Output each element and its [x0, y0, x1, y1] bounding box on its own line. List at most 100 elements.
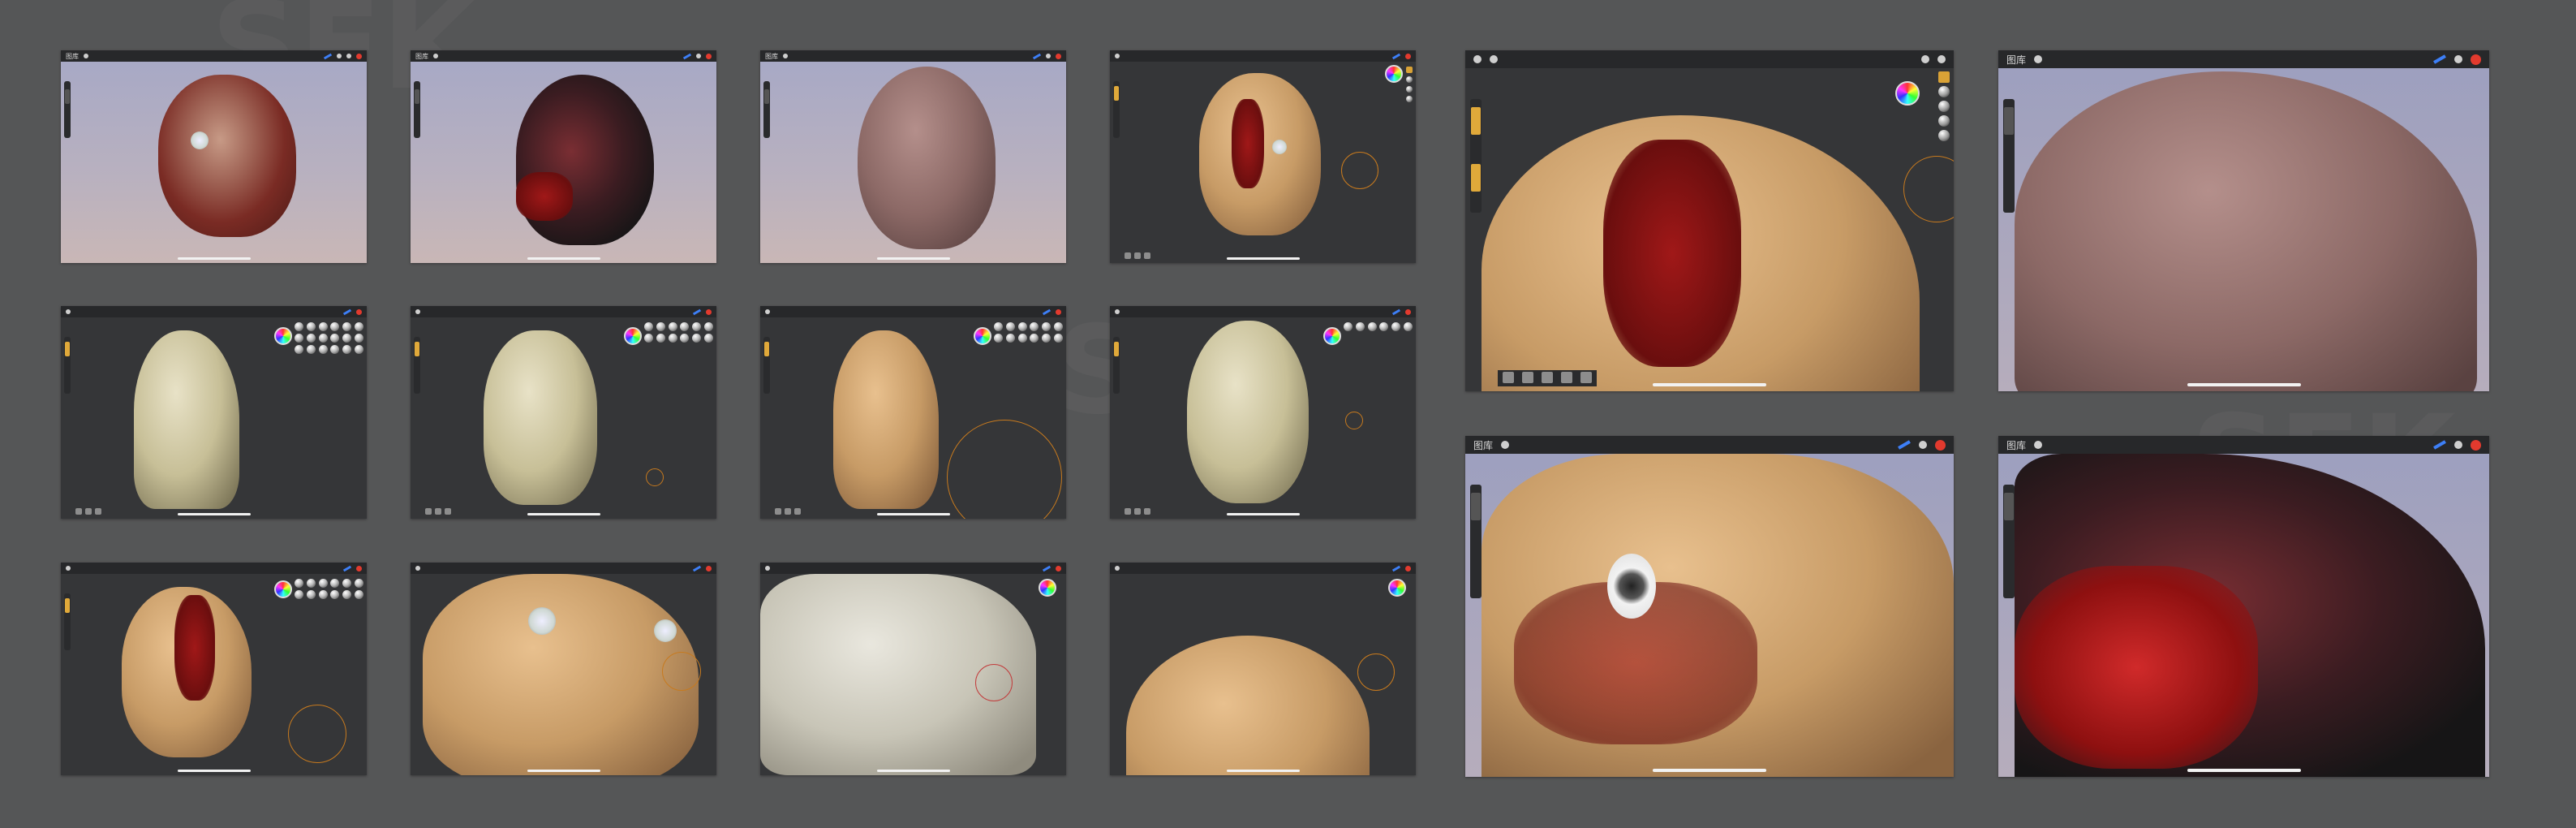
color-picker-icon[interactable]	[2471, 439, 2481, 451]
layers-icon[interactable]	[2454, 55, 2462, 63]
brush-size-slider[interactable]	[64, 81, 71, 138]
brush-swatch[interactable]	[342, 334, 352, 343]
color-picker-icon[interactable]	[706, 565, 712, 571]
brush-swatch[interactable]	[668, 334, 677, 343]
color-picker-icon[interactable]	[706, 53, 712, 59]
brush-swatch[interactable]	[1391, 322, 1401, 331]
menu-icon[interactable]	[1115, 309, 1120, 314]
menu-icon[interactable]	[415, 566, 420, 571]
brush-swatch[interactable]	[355, 345, 364, 354]
brush-swatch[interactable]	[994, 322, 1003, 331]
settings-icon[interactable]	[1490, 55, 1498, 63]
tool-icon[interactable]	[1406, 76, 1413, 83]
color-picker-icon[interactable]	[2471, 54, 2481, 65]
brush-swatch[interactable]	[692, 334, 702, 343]
brush-swatch[interactable]	[306, 334, 316, 343]
brush-swatch[interactable]	[306, 322, 316, 331]
tool-icon[interactable]	[1522, 372, 1533, 383]
brush-size-slider[interactable]	[763, 337, 770, 394]
tool-icon[interactable]	[445, 508, 451, 515]
brush-swatch[interactable]	[355, 590, 364, 599]
gallery-button[interactable]: 图库	[2006, 438, 2026, 452]
brush-icon[interactable]	[1391, 308, 1401, 315]
color-picker-icon[interactable]	[356, 308, 362, 315]
brush-swatch[interactable]	[318, 322, 328, 331]
tool-icon[interactable]	[425, 508, 432, 515]
brush-swatch[interactable]	[656, 334, 665, 343]
brush-swatch[interactable]	[318, 345, 328, 354]
layers-icon[interactable]	[346, 54, 351, 58]
tool-icon[interactable]	[1938, 130, 1950, 141]
brush-swatch[interactable]	[1042, 334, 1051, 343]
gallery-button[interactable]: 图库	[765, 52, 778, 61]
brush-icon[interactable]	[692, 308, 702, 315]
brush-icon[interactable]	[1921, 55, 1929, 63]
brush-swatch[interactable]	[1030, 322, 1039, 331]
brush-swatch[interactable]	[656, 322, 665, 331]
brush-icon[interactable]	[342, 565, 352, 571]
brush-size-slider[interactable]	[414, 81, 420, 138]
tool-icon[interactable]	[1144, 508, 1150, 515]
layers-icon[interactable]	[1937, 55, 1946, 63]
tool-icon[interactable]	[1938, 101, 1950, 112]
tool-icon[interactable]	[1134, 508, 1141, 515]
brush-swatch[interactable]	[704, 322, 714, 331]
tool-icon[interactable]	[785, 508, 791, 515]
brush-icon[interactable]	[1898, 440, 1911, 450]
tool-icon[interactable]	[1503, 372, 1514, 383]
color-picker-icon[interactable]	[1056, 53, 1061, 59]
brush-swatch[interactable]	[1344, 322, 1353, 331]
brush-swatch[interactable]	[644, 322, 653, 331]
brush-size-slider[interactable]	[64, 337, 71, 394]
brush-swatch[interactable]	[318, 579, 328, 588]
tool-icon[interactable]	[1125, 252, 1131, 259]
brush-icon[interactable]	[2433, 440, 2446, 450]
brush-size-slider[interactable]	[64, 593, 71, 650]
menu-icon[interactable]	[765, 566, 770, 571]
wrench-icon[interactable]	[84, 54, 88, 58]
brush-swatch[interactable]	[355, 579, 364, 588]
brush-icon[interactable]	[1042, 565, 1051, 571]
brush-swatch[interactable]	[1367, 322, 1377, 331]
color-picker-icon[interactable]	[1056, 308, 1061, 315]
color-picker-icon[interactable]	[1405, 53, 1411, 59]
menu-icon[interactable]	[415, 309, 420, 314]
color-wheel-icon[interactable]	[1323, 327, 1341, 345]
brush-swatch[interactable]	[342, 322, 352, 331]
layers-icon[interactable]	[696, 54, 701, 58]
brush-swatch[interactable]	[1404, 322, 1413, 331]
brush-swatch[interactable]	[994, 334, 1003, 343]
tool-icon[interactable]	[1144, 252, 1150, 259]
brush-swatch[interactable]	[1030, 334, 1039, 343]
brush-swatch[interactable]	[680, 334, 690, 343]
wrench-icon[interactable]	[783, 54, 788, 58]
color-wheel-icon[interactable]	[1895, 81, 1920, 106]
color-wheel-icon[interactable]	[1039, 579, 1056, 597]
brush-swatch[interactable]	[295, 334, 303, 343]
color-picker-icon[interactable]	[1935, 439, 1946, 451]
wrench-icon[interactable]	[2034, 55, 2043, 63]
brush-swatch[interactable]	[330, 334, 340, 343]
color-wheel-icon[interactable]	[274, 580, 292, 598]
brush-swatch[interactable]	[306, 590, 316, 599]
brush-swatch[interactable]	[295, 322, 303, 331]
menu-icon[interactable]	[66, 309, 71, 314]
tool-icon[interactable]	[1134, 252, 1141, 259]
brush-icon[interactable]	[2433, 54, 2446, 64]
tool-icon[interactable]	[1561, 372, 1572, 383]
tool-icon[interactable]	[775, 508, 781, 515]
wrench-icon[interactable]	[433, 54, 438, 58]
smudge-icon[interactable]	[337, 54, 342, 58]
gallery-button[interactable]: 图库	[415, 52, 428, 61]
tool-icon[interactable]	[95, 508, 101, 515]
brush-swatch[interactable]	[692, 322, 702, 331]
layers-icon[interactable]	[2454, 441, 2462, 449]
brush-swatch[interactable]	[1017, 322, 1027, 331]
brush-size-slider[interactable]	[2003, 99, 2015, 213]
color-wheel-icon[interactable]	[624, 327, 642, 345]
brush-swatch[interactable]	[295, 590, 303, 599]
tool-icon[interactable]	[1125, 508, 1131, 515]
color-picker-icon[interactable]	[1405, 565, 1411, 571]
brush-swatch[interactable]	[330, 590, 340, 599]
brush-swatch[interactable]	[1042, 322, 1051, 331]
